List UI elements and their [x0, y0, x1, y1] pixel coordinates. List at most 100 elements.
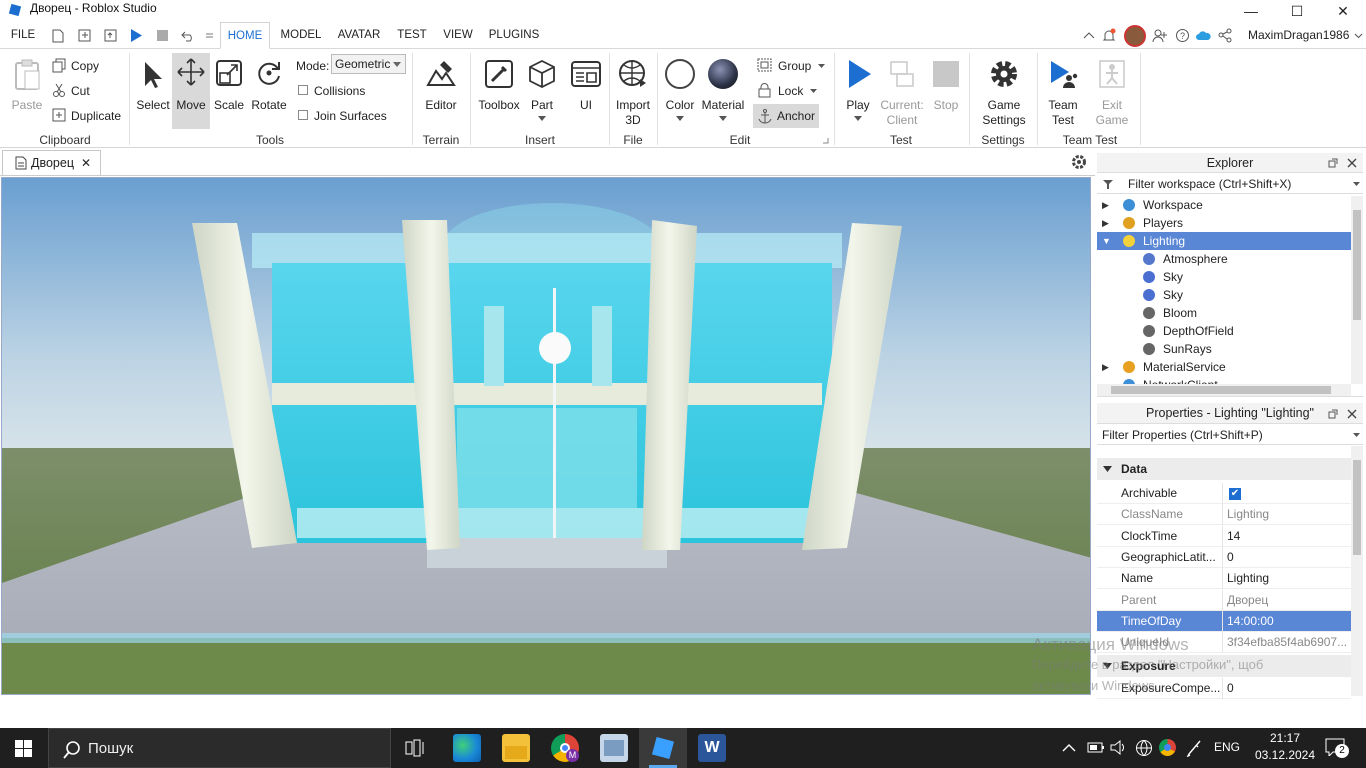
explorer-filter-input[interactable]: Filter workspace (Ctrl+Shift+X) — [1097, 174, 1363, 194]
property-value[interactable]: 14:00:00 — [1227, 611, 1349, 632]
paste-button[interactable]: Paste — [6, 53, 48, 119]
property-row[interactable]: ClockTime 14 — [1097, 525, 1351, 547]
ui-button[interactable]: UI — [566, 53, 606, 119]
tab-file[interactable]: FILE — [6, 22, 40, 49]
explorer-item[interactable]: SunRays — [1097, 340, 1351, 358]
notification-center-button[interactable]: 2 — [1325, 738, 1349, 758]
property-row[interactable]: Parent Дворец — [1097, 589, 1351, 611]
word-icon[interactable]: W — [698, 734, 726, 762]
anchor-button[interactable]: Anchor — [753, 104, 819, 128]
toolbox-button[interactable]: Toolbox — [476, 53, 522, 119]
photo-app-icon[interactable] — [600, 734, 628, 762]
join-surfaces-checkbox[interactable] — [298, 110, 308, 120]
current-client-button[interactable]: Current: Client — [878, 53, 926, 129]
tab-view[interactable]: VIEW — [440, 22, 476, 49]
publish-icon[interactable] — [104, 29, 118, 42]
collisions-checkbox[interactable] — [298, 85, 308, 95]
properties-close-icon[interactable] — [1347, 409, 1357, 419]
battery-icon[interactable] — [1087, 741, 1105, 754]
move-button[interactable]: Move — [172, 53, 210, 129]
edit-expand-icon[interactable] — [822, 137, 829, 144]
property-row[interactable]: ClassName Lighting — [1097, 504, 1351, 526]
lock-button[interactable]: Lock — [778, 84, 803, 98]
notifications-icon[interactable] — [1102, 28, 1116, 43]
properties-filter-input[interactable]: Filter Properties (Ctrl+Shift+P) — [1097, 425, 1363, 445]
rotate-button[interactable]: Rotate — [248, 53, 290, 119]
section-data[interactable]: Data — [1097, 458, 1351, 480]
property-value[interactable]: 14 — [1227, 526, 1349, 547]
network-icon[interactable] — [1135, 739, 1153, 756]
roblox-studio-taskbar-button[interactable] — [639, 728, 687, 768]
explorer-horizontal-scrollbar[interactable] — [1097, 384, 1351, 396]
chevron-down-icon[interactable] — [818, 64, 825, 68]
undo-icon[interactable] — [180, 29, 196, 42]
tab-model[interactable]: MODEL — [278, 22, 324, 49]
new-file-icon[interactable] — [52, 29, 64, 43]
property-row[interactable]: Archivable ✔ — [1097, 483, 1351, 504]
explorer-item[interactable]: Sky — [1097, 286, 1351, 304]
undock-icon[interactable] — [1328, 409, 1338, 419]
copy-button[interactable]: Copy — [71, 59, 99, 73]
tab-plugins[interactable]: PLUGINS — [486, 22, 542, 49]
exit-game-button[interactable]: Exit Game — [1090, 53, 1134, 129]
tab-avatar[interactable]: AVATAR — [336, 22, 382, 49]
tab-test[interactable]: TEST — [394, 22, 430, 49]
stop-quick-icon[interactable] — [156, 29, 169, 42]
maximize-button[interactable]: ☐ — [1274, 0, 1320, 22]
game-settings-button[interactable]: Game Settings — [976, 53, 1032, 129]
duplicate-button[interactable]: Duplicate — [71, 109, 121, 123]
minimize-button[interactable]: — — [1228, 0, 1274, 22]
explorer-vertical-scrollbar[interactable] — [1351, 196, 1363, 384]
import-3d-button[interactable]: Import 3D — [612, 53, 654, 129]
chrome-profile-icon[interactable]: M — [551, 734, 579, 762]
cut-button[interactable]: Cut — [71, 84, 90, 98]
team-test-button[interactable]: Team Test — [1042, 53, 1084, 129]
document-tab[interactable]: Дворец ✕ — [2, 150, 101, 175]
avatar[interactable] — [1124, 25, 1146, 47]
collapse-up-icon[interactable] — [1083, 30, 1095, 41]
tab-home[interactable]: HOME — [220, 22, 270, 49]
mode-dropdown[interactable]: Geometric — [331, 54, 406, 74]
add-friend-icon[interactable] — [1152, 28, 1168, 43]
3d-viewport[interactable] — [1, 177, 1091, 695]
pen-tray-icon[interactable] — [1186, 739, 1203, 757]
explorer-item[interactable]: Atmosphere — [1097, 250, 1351, 268]
scale-button[interactable]: Scale — [210, 53, 248, 119]
explorer-close-icon[interactable] — [1347, 158, 1357, 168]
volume-icon[interactable] — [1110, 739, 1126, 756]
play-quick-icon[interactable] — [129, 28, 143, 43]
property-row[interactable]: Name Lighting — [1097, 568, 1351, 590]
clock-time[interactable]: 21:17 — [1255, 731, 1315, 745]
terrain-editor-button[interactable]: Editor — [418, 53, 464, 119]
undo-dropdown-icon[interactable] — [205, 31, 214, 41]
explorer-item[interactable]: Bloom — [1097, 304, 1351, 322]
open-file-icon[interactable] — [78, 29, 92, 42]
username[interactable]: MaximDragan1986 — [1248, 22, 1349, 49]
explorer-item[interactable]: ▶ Players — [1097, 214, 1351, 232]
explorer-item[interactable]: ▶ Workspace — [1097, 196, 1351, 214]
property-value[interactable]: Lighting — [1227, 568, 1349, 589]
select-button[interactable]: Select — [134, 53, 172, 119]
expanded-arrow-icon[interactable]: ▼ — [1102, 232, 1111, 250]
task-view-icon[interactable] — [405, 739, 425, 757]
explorer-item[interactable]: ▶ MaterialService — [1097, 358, 1351, 376]
explorer-item[interactable]: Sky — [1097, 268, 1351, 286]
stop-button[interactable]: Stop — [928, 53, 964, 119]
tray-overflow-chevron-icon[interactable] — [1062, 743, 1076, 752]
document-tab-close-icon[interactable]: ✕ — [81, 151, 91, 175]
taskbar-search-box[interactable]: Пошук — [48, 728, 391, 768]
windows-start-icon[interactable] — [15, 740, 32, 757]
close-window-button[interactable]: ✕ — [1320, 0, 1366, 22]
group-button[interactable]: Group — [778, 59, 811, 73]
chrome-tray-icon[interactable] — [1159, 739, 1176, 756]
part-button[interactable]: Part — [522, 53, 562, 129]
explorer-item[interactable]: ▼ Lighting — [1097, 232, 1351, 250]
archivable-checkbox[interactable]: ✔ — [1229, 488, 1241, 500]
material-button[interactable]: Material — [700, 53, 746, 129]
play-button[interactable]: Play — [838, 53, 878, 129]
edge-browser-icon[interactable] — [453, 734, 481, 762]
input-language[interactable]: ENG — [1214, 740, 1240, 754]
collapsed-arrow-icon[interactable]: ▶ — [1102, 358, 1109, 376]
collapsed-arrow-icon[interactable]: ▶ — [1102, 214, 1109, 232]
property-row[interactable]: TimeOfDay 14:00:00 — [1097, 610, 1351, 632]
